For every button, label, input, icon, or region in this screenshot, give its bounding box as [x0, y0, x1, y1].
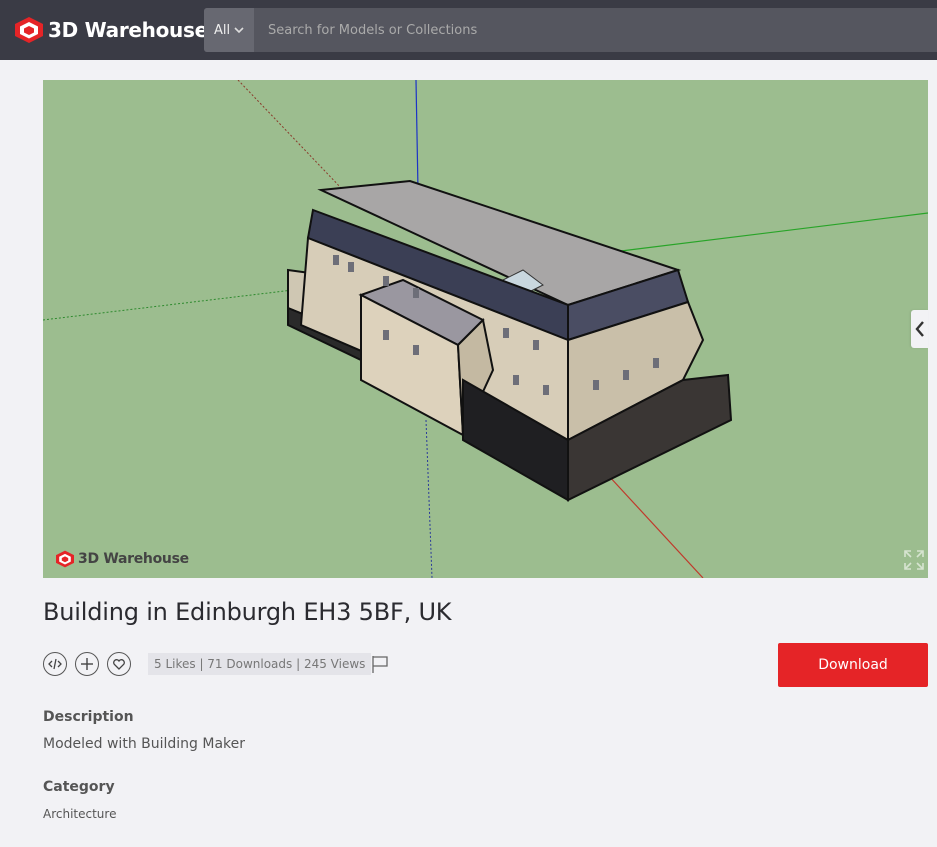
- viewer-watermark: 3D Warehouse: [55, 550, 189, 568]
- chevron-down-icon: [234, 27, 244, 34]
- expand-icon[interactable]: [903, 549, 925, 571]
- embed-code-icon: [48, 658, 62, 670]
- model-viewer[interactable]: 3D Warehouse: [43, 80, 928, 578]
- chevron-left-icon: [914, 321, 924, 337]
- search-bar: All: [204, 8, 937, 52]
- site-logo[interactable]: 3D Warehouse: [14, 15, 208, 45]
- description-text: Modeled with Building Maker: [43, 736, 246, 752]
- category-link[interactable]: Architecture: [43, 807, 116, 821]
- download-button[interactable]: Download: [778, 643, 928, 687]
- model-title: Building in Edinburgh EH3 5BF, UK: [43, 598, 452, 626]
- logo-icon: [56, 550, 74, 568]
- model-preview-image: [43, 80, 928, 578]
- side-panel-toggle[interactable]: [911, 310, 928, 348]
- logo-icon: [15, 17, 43, 43]
- plus-icon: [81, 658, 93, 670]
- model-actions: [43, 652, 131, 676]
- search-filter-dropdown[interactable]: All: [204, 8, 254, 52]
- logo-text: 3D Warehouse: [48, 18, 208, 42]
- category-heading: Category: [43, 779, 115, 795]
- flag-icon[interactable]: [371, 655, 389, 673]
- embed-button[interactable]: [43, 652, 67, 676]
- top-header: 3D Warehouse All: [0, 0, 937, 60]
- search-input[interactable]: [256, 8, 926, 52]
- model-stats: 5 Likes | 71 Downloads | 245 Views: [148, 653, 372, 675]
- search-filter-label: All: [213, 22, 231, 38]
- description-heading: Description: [43, 709, 134, 725]
- add-to-collection-button[interactable]: [75, 652, 99, 676]
- heart-icon: [113, 658, 125, 670]
- viewer-watermark-text: 3D Warehouse: [78, 551, 189, 567]
- like-button[interactable]: [107, 652, 131, 676]
